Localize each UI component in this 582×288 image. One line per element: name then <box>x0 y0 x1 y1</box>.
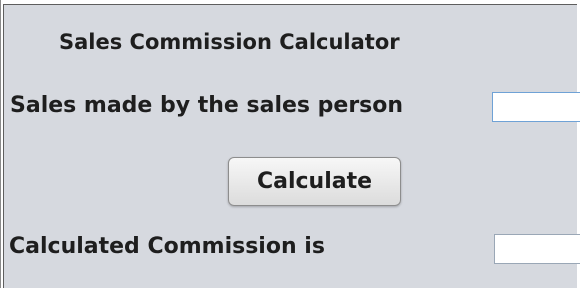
calculate-button[interactable]: Calculate <box>228 157 401 206</box>
commission-label: Calculated Commission is <box>9 234 325 259</box>
commission-output[interactable] <box>494 234 580 264</box>
window-frame: Sales Commission Calculator Sales made b… <box>0 0 580 288</box>
sales-label: Sales made by the sales person <box>10 93 404 118</box>
calculator-panel: Sales Commission Calculator Sales made b… <box>3 4 580 288</box>
sales-input[interactable] <box>492 92 580 122</box>
page-title: Sales Commission Calculator <box>59 30 400 54</box>
